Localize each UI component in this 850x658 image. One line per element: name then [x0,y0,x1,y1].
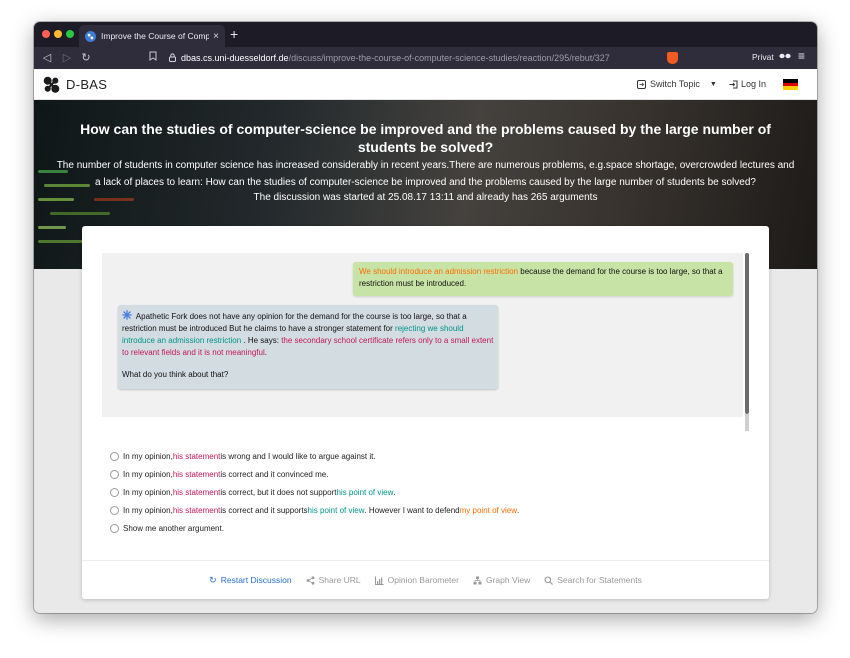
user-statement-highlight[interactable]: We should introduce an admission restric… [359,267,518,276]
bar-chart-icon [374,576,384,585]
system-question: What do you think about that? [122,370,229,379]
option-convinced[interactable]: In my opinion, his statement is correct … [110,470,328,479]
caret-down-icon: ▼ [709,80,717,88]
url-path: /discuss/improve-the-course-of-computer-… [288,53,610,63]
login-link[interactable]: Log In [729,79,766,89]
minimize-window-button[interactable] [54,30,62,38]
dbas-logo-icon[interactable] [42,75,61,94]
site-navbar: D-BAS Switch Topic ▼ Log In [34,69,817,100]
user-statement-bubble: We should introduce an admission restric… [353,262,733,296]
close-window-button[interactable] [42,30,50,38]
restart-icon: ↻ [209,574,217,585]
url-bar[interactable]: dbas.cs.uni-duesseldorf.de /discuss/impr… [169,50,662,66]
new-tab-button[interactable]: + [230,26,238,42]
login-label: Log In [741,79,767,89]
switch-topic-label: Switch Topic [650,79,700,89]
system-text-period: . [264,348,267,357]
card-footer: ↻ Restart Discussion Share URL Opinion B… [82,573,769,587]
radio-button[interactable] [110,470,119,479]
back-icon[interactable]: ◁ [40,51,54,64]
bookmark-icon[interactable] [146,51,160,64]
forward-icon[interactable]: ▷ [60,51,74,64]
system-statement-bubble: Apathetic Fork does not have any opinion… [118,305,498,389]
private-mask-icon [779,51,791,61]
graph-icon [473,576,482,584]
tab-active[interactable]: Improve the Course of Computer- × [79,25,225,47]
lock-icon [169,52,176,64]
discussion-scrollbar[interactable] [745,253,749,414]
graph-view-link[interactable]: Graph View [473,573,530,587]
address-toolbar: ◁ ▷ ↻ dbas.cs.uni-duesseldorf.de /discus… [34,47,817,69]
discussion-title: How can the studies of computer-science … [80,121,771,155]
brave-shield-icon[interactable] [667,52,678,64]
tab-close-icon[interactable]: × [213,31,219,42]
radio-button[interactable] [110,524,119,533]
private-label: Privat [752,52,774,62]
scrollbar-track [745,414,749,431]
german-flag-icon[interactable] [783,79,798,91]
share-icon [306,575,314,585]
share-url-link[interactable]: Share URL [306,573,361,587]
radio-button[interactable] [110,506,119,515]
option-correct-not-support[interactable]: In my opinion, his statement is correct,… [110,488,396,497]
system-text-part2: . He says: [241,336,282,345]
url-host: dbas.cs.uni-duesseldorf.de [181,53,289,63]
restart-discussion-link[interactable]: ↻ Restart Discussion [209,573,291,587]
site-logo-text[interactable]: D-BAS [66,77,107,92]
browser-window: Improve the Course of Computer- × + ◁ ▷ … [34,22,817,613]
option-argue-against[interactable]: In my opinion, his statement is wrong an… [110,452,376,461]
discussion-info: The discussion was started at 25.08.17 1… [253,192,598,203]
option-another-argument[interactable]: Show me another argument. [110,524,224,533]
radio-button[interactable] [110,452,119,461]
switch-icon [637,79,646,89]
reload-icon[interactable]: ↻ [79,51,93,64]
user-avatar-icon [122,310,132,320]
tab-bar: Improve the Course of Computer- × + [34,22,817,47]
login-icon [729,80,738,88]
hamburger-menu-icon[interactable]: ≡ [798,49,805,63]
option-correct-defend-own[interactable]: In my opinion, his statement is correct … [110,506,519,515]
search-statements-link[interactable]: Search for Statements [544,573,642,587]
footer-divider [82,560,769,561]
tab-title: Improve the Course of Computer- [101,31,210,41]
radio-button[interactable] [110,488,119,497]
dbas-favicon-icon [85,30,96,42]
maximize-window-button[interactable] [66,30,74,38]
switch-topic-dropdown[interactable]: Switch Topic ▼ [637,79,717,89]
search-icon [544,575,554,585]
opinion-barometer-link[interactable]: Opinion Barometer [374,573,459,587]
discussion-description: The number of students in computer scien… [56,160,795,188]
